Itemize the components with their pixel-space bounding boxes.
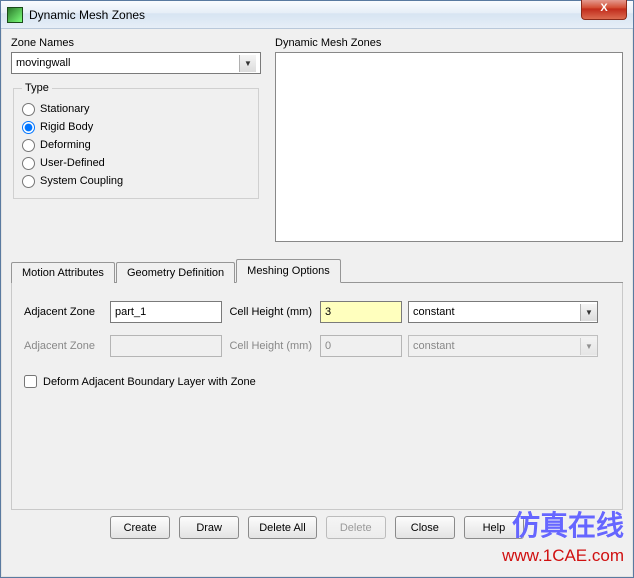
- cell-height-mode-1-value: constant: [413, 306, 455, 318]
- radio-system-coupling[interactable]: System Coupling: [22, 172, 250, 190]
- tab-motion-label: Motion Attributes: [22, 267, 104, 279]
- delete-all-button[interactable]: Delete All: [248, 516, 316, 539]
- tab-geometry-label: Geometry Definition: [127, 267, 224, 279]
- zone-names-label: Zone Names: [11, 37, 261, 49]
- radio-system-coupling-label: System Coupling: [40, 175, 123, 187]
- radio-user-defined[interactable]: User-Defined: [22, 154, 250, 172]
- titlebar: Dynamic Mesh Zones X: [1, 1, 633, 29]
- radio-system-coupling-input[interactable]: [22, 175, 35, 188]
- cell-height-input-1[interactable]: [320, 301, 402, 323]
- help-button-label: Help: [483, 522, 506, 534]
- chevron-down-icon: ▼: [239, 55, 256, 72]
- delete-button: Delete: [326, 516, 386, 539]
- adjacent-zone-input-1[interactable]: [110, 301, 222, 323]
- radio-user-defined-label: User-Defined: [40, 157, 105, 169]
- radio-stationary-input[interactable]: [22, 103, 35, 116]
- type-legend: Type: [22, 82, 52, 94]
- delete-button-label: Delete: [340, 522, 372, 534]
- cell-height-label-1: Cell Height (mm): [228, 306, 314, 318]
- cell-height-mode-2-value: constant: [413, 340, 455, 352]
- adjacent-zone-label-2: Adjacent Zone: [24, 340, 104, 352]
- close-icon: X: [600, 2, 607, 14]
- delete-all-button-label: Delete All: [259, 522, 305, 534]
- left-column: Zone Names movingwall ▼ Type Stationary …: [11, 37, 261, 242]
- right-column: Dynamic Mesh Zones: [275, 37, 623, 242]
- meshing-panel: Adjacent Zone Cell Height (mm) constant …: [11, 282, 623, 510]
- draw-button[interactable]: Draw: [179, 516, 239, 539]
- radio-rigid-body-label: Rigid Body: [40, 121, 93, 133]
- close-button[interactable]: X: [581, 0, 627, 20]
- adjacent-zone-label-1: Adjacent Zone: [24, 306, 104, 318]
- deform-checkbox-row[interactable]: Deform Adjacent Boundary Layer with Zone: [24, 375, 610, 388]
- close-dialog-button-label: Close: [411, 522, 439, 534]
- deform-checkbox[interactable]: [24, 375, 37, 388]
- deform-checkbox-label: Deform Adjacent Boundary Layer with Zone: [43, 376, 256, 388]
- radio-rigid-body[interactable]: Rigid Body: [22, 118, 250, 136]
- tab-meshing-label: Meshing Options: [247, 265, 330, 277]
- dialog-window: Dynamic Mesh Zones X Zone Names movingwa…: [0, 0, 634, 578]
- radio-user-defined-input[interactable]: [22, 157, 35, 170]
- zone-names-dropdown[interactable]: movingwall ▼: [11, 52, 261, 74]
- create-button-label: Create: [124, 522, 157, 534]
- tab-strip: Motion Attributes Geometry Definition Me…: [11, 258, 623, 282]
- cell-height-mode-1[interactable]: constant ▼: [408, 301, 598, 323]
- zone-names-value: movingwall: [16, 57, 70, 69]
- draw-button-label: Draw: [196, 522, 222, 534]
- adjacent-zone-input-2: [110, 335, 222, 357]
- help-button[interactable]: Help: [464, 516, 524, 539]
- app-icon: [7, 7, 23, 23]
- top-row: Zone Names movingwall ▼ Type Stationary …: [11, 37, 623, 242]
- meshing-row-2: Adjacent Zone Cell Height (mm) constant …: [24, 335, 610, 357]
- meshing-row-1: Adjacent Zone Cell Height (mm) constant …: [24, 301, 610, 323]
- radio-rigid-body-input[interactable]: [22, 121, 35, 134]
- cell-height-mode-2: constant ▼: [408, 335, 598, 357]
- radio-stationary-label: Stationary: [40, 103, 90, 115]
- radio-deforming-input[interactable]: [22, 139, 35, 152]
- radio-deforming[interactable]: Deforming: [22, 136, 250, 154]
- dmz-label: Dynamic Mesh Zones: [275, 37, 623, 49]
- window-title: Dynamic Mesh Zones: [29, 8, 145, 22]
- radio-deforming-label: Deforming: [40, 139, 91, 151]
- radio-stationary[interactable]: Stationary: [22, 100, 250, 118]
- chevron-down-icon: ▼: [580, 338, 597, 355]
- button-bar: Create Draw Delete All Delete Close Help: [11, 510, 623, 541]
- cell-height-label-2: Cell Height (mm): [228, 340, 314, 352]
- tab-motion-attributes[interactable]: Motion Attributes: [11, 262, 115, 283]
- close-dialog-button[interactable]: Close: [395, 516, 455, 539]
- create-button[interactable]: Create: [110, 516, 170, 539]
- chevron-down-icon: ▼: [580, 304, 597, 321]
- dmz-listbox[interactable]: [275, 52, 623, 242]
- content-area: Zone Names movingwall ▼ Type Stationary …: [1, 29, 633, 577]
- tab-container: Motion Attributes Geometry Definition Me…: [11, 258, 623, 510]
- type-group: Type Stationary Rigid Body Deforming: [13, 82, 259, 199]
- tab-geometry-definition[interactable]: Geometry Definition: [116, 262, 235, 283]
- cell-height-input-2: [320, 335, 402, 357]
- tab-meshing-options[interactable]: Meshing Options: [236, 259, 341, 283]
